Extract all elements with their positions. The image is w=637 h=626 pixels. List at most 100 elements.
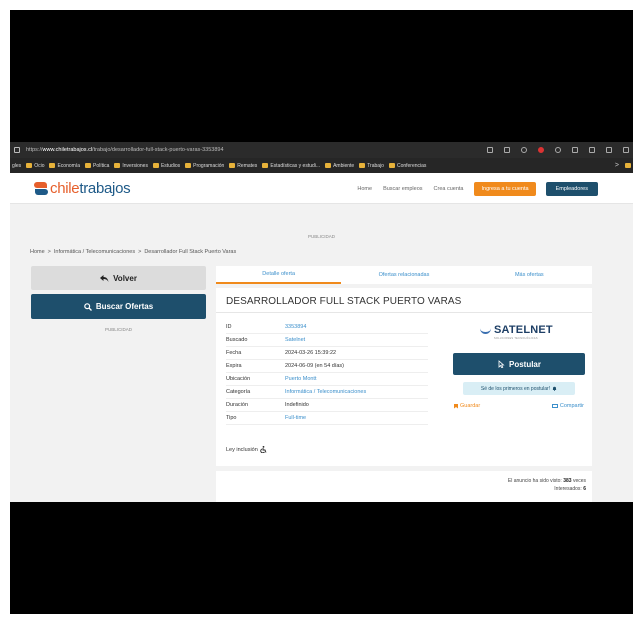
detail-row-duracion: Duración Indefinido (226, 399, 428, 412)
views-suffix: veces (572, 478, 586, 484)
logo-chile: chile (50, 180, 80, 197)
tab-actions-icon[interactable] (589, 147, 595, 153)
bookmark-label: Estudios (160, 162, 181, 169)
bookmark-folder[interactable]: Conferencias (388, 162, 427, 169)
company-subtitle: SOLUCIONES TECNOLÓGICAS (494, 337, 538, 340)
search-icon (84, 302, 92, 311)
detail-value-link[interactable]: Informática / Telecomunicaciones (285, 389, 366, 395)
ad-label-top: PUBLICIDAD (307, 234, 335, 239)
favorites-icon[interactable] (606, 147, 612, 153)
job-tabs: Detalle oferta Ofertas relacionadas Más … (216, 266, 592, 284)
primeros-en-postular-badge[interactable]: Sé de los primeros en postular! (463, 382, 575, 395)
company-logo[interactable]: SATELNET SOLUCIONES TECNOLÓGICAS (480, 324, 553, 340)
breadcrumb-category[interactable]: Informática / Telecomunicaciones (54, 249, 135, 255)
bookmark-folder[interactable]: Ambiente (325, 163, 354, 169)
postular-button[interactable]: Postular (453, 353, 585, 375)
bookmark-label: Ocio (34, 162, 45, 169)
views-label: El anuncio ha sido visto: (507, 478, 562, 484)
bookmark-icon (454, 403, 458, 409)
detail-value-link[interactable]: Full-time (285, 415, 306, 421)
detail-key: ID (226, 324, 232, 330)
split-screen-icon[interactable] (504, 147, 510, 153)
detail-row-expira: Expira 2024-06-09 (en 54 días) (226, 360, 428, 373)
collections-icon[interactable] (623, 147, 629, 153)
bookmark-folder[interactable]: Inversiones (114, 163, 148, 169)
tab-detalle-oferta[interactable]: Detalle oferta (216, 266, 342, 284)
views-count: El anuncio ha sido visto: 383 veces (508, 478, 586, 484)
folder-icon (152, 163, 159, 168)
bookmark-folder[interactable]: Estadísticas y estudi... (262, 163, 320, 169)
volver-label: Volver (113, 273, 137, 283)
buscar-ofertas-button[interactable]: Buscar Ofertas (31, 294, 206, 319)
bookmark-folder[interactable]: Economía (49, 163, 80, 169)
volver-button[interactable]: Volver (31, 266, 206, 290)
ley-inclusion-label: Ley inclusión (226, 446, 258, 453)
tab-mas-ofertas[interactable]: Más ofertas (467, 266, 592, 284)
bookmark-label: Conferencias (396, 162, 427, 169)
other-favorites-folder-icon[interactable] (625, 163, 631, 168)
url-text[interactable]: https://www.chiletrabajos.cl/trabajo/des… (26, 147, 224, 153)
employers-button[interactable]: Empleadores (545, 181, 598, 196)
detail-row-categoria: Categoría Informática / Telecomunicacione… (226, 386, 428, 399)
browser-toolbar-icons (487, 142, 629, 158)
sidebar-icon[interactable] (572, 147, 578, 153)
buscar-ofertas-label: Buscar Ofertas (95, 302, 154, 311)
divider (216, 312, 592, 313)
company-name: SATELNET (494, 324, 553, 336)
interested-number: 6 (583, 486, 586, 492)
bookmark-label: Ambiente (333, 162, 355, 169)
breadcrumb-separator: > (138, 249, 142, 255)
detail-key: Categoría (226, 389, 251, 395)
bookmark-folder[interactable]: Ocio (26, 163, 44, 169)
nav-crea-cuenta-link[interactable]: Crea cuenta (434, 186, 464, 192)
detail-value-link[interactable]: Satelnet (285, 337, 305, 343)
site-logo[interactable]: chiletrabajos (34, 180, 131, 197)
detail-value: 2024-03-26 15:39:22 (285, 350, 337, 356)
login-button[interactable]: Ingresa a tu cuenta (474, 181, 536, 196)
views-number: 383 (563, 478, 572, 484)
address-bar[interactable]: https://www.chiletrabajos.cl/trabajo/des… (10, 142, 633, 158)
nav-buscar-empleos-link[interactable]: Buscar empleos (383, 186, 422, 192)
page-info-icon[interactable] (14, 147, 20, 153)
bookmarks-overflow-chevron-icon[interactable]: > (615, 158, 619, 173)
breadcrumb-home[interactable]: Home (30, 249, 45, 255)
read-aloud-icon[interactable] (487, 147, 493, 153)
bookmark-label: Trabajo (367, 162, 384, 169)
detail-value-link[interactable]: Puerto Montt (285, 376, 317, 382)
url-scheme: https:// (26, 147, 43, 153)
bookmarks-bar: gles Ocio Economía Política Inversiones … (10, 158, 633, 173)
detail-value: Indefinido (285, 402, 309, 408)
folder-icon (84, 163, 91, 168)
bookmark-folder[interactable]: Estudios (152, 162, 181, 169)
bookmark-partial[interactable]: gles (12, 163, 21, 169)
bookmark-label: Estadísticas y estudi... (270, 162, 321, 169)
guardar-link[interactable]: Guardar (454, 403, 480, 409)
interested-count: Interesados: 6 (554, 486, 586, 492)
logo-wordmark: chiletrabajos (50, 180, 131, 197)
compartir-link[interactable]: Compartir (551, 403, 584, 409)
detail-row-tipo: Tipo Full-time (226, 412, 428, 425)
bookmark-folder[interactable]: Remates (229, 163, 257, 169)
bookmark-folder[interactable]: Programación (185, 163, 224, 169)
detail-row-ubicacion: Ubicación Puerto Montt (226, 373, 428, 386)
job-title: DESARROLLADOR FULL STACK PUERTO VARAS (226, 296, 462, 307)
job-detail-card: DESARROLLADOR FULL STACK PUERTO VARAS ID… (216, 288, 592, 466)
nav-home-link[interactable]: Home (357, 186, 372, 192)
bookmark-folder[interactable]: Trabajo (359, 163, 384, 169)
detail-key: Duración (226, 402, 249, 408)
wheelchair-icon (260, 446, 267, 453)
bookmark-folder[interactable]: Política (84, 163, 109, 169)
cursor-click-icon (498, 360, 505, 368)
tab-ofertas-relacionadas[interactable]: Ofertas relacionadas (341, 266, 466, 284)
satellite-dish-icon (480, 327, 491, 334)
detail-row-fecha: Fecha 2024-03-26 15:39:22 (226, 347, 428, 360)
detail-value-link[interactable]: 3353894 (285, 324, 306, 330)
refresh-extension-icon[interactable] (555, 147, 561, 153)
logo-trabajos: trabajos (79, 180, 131, 197)
detail-value: 2024-06-09 (en 54 días) (285, 363, 345, 369)
folder-icon (262, 163, 269, 168)
folder-icon (229, 163, 236, 168)
extension-icon[interactable] (538, 147, 544, 153)
job-details-table: ID 3353894 Buscado Satelnet Fecha 2024-03-2… (226, 321, 428, 425)
favorite-star-icon[interactable] (521, 147, 527, 153)
